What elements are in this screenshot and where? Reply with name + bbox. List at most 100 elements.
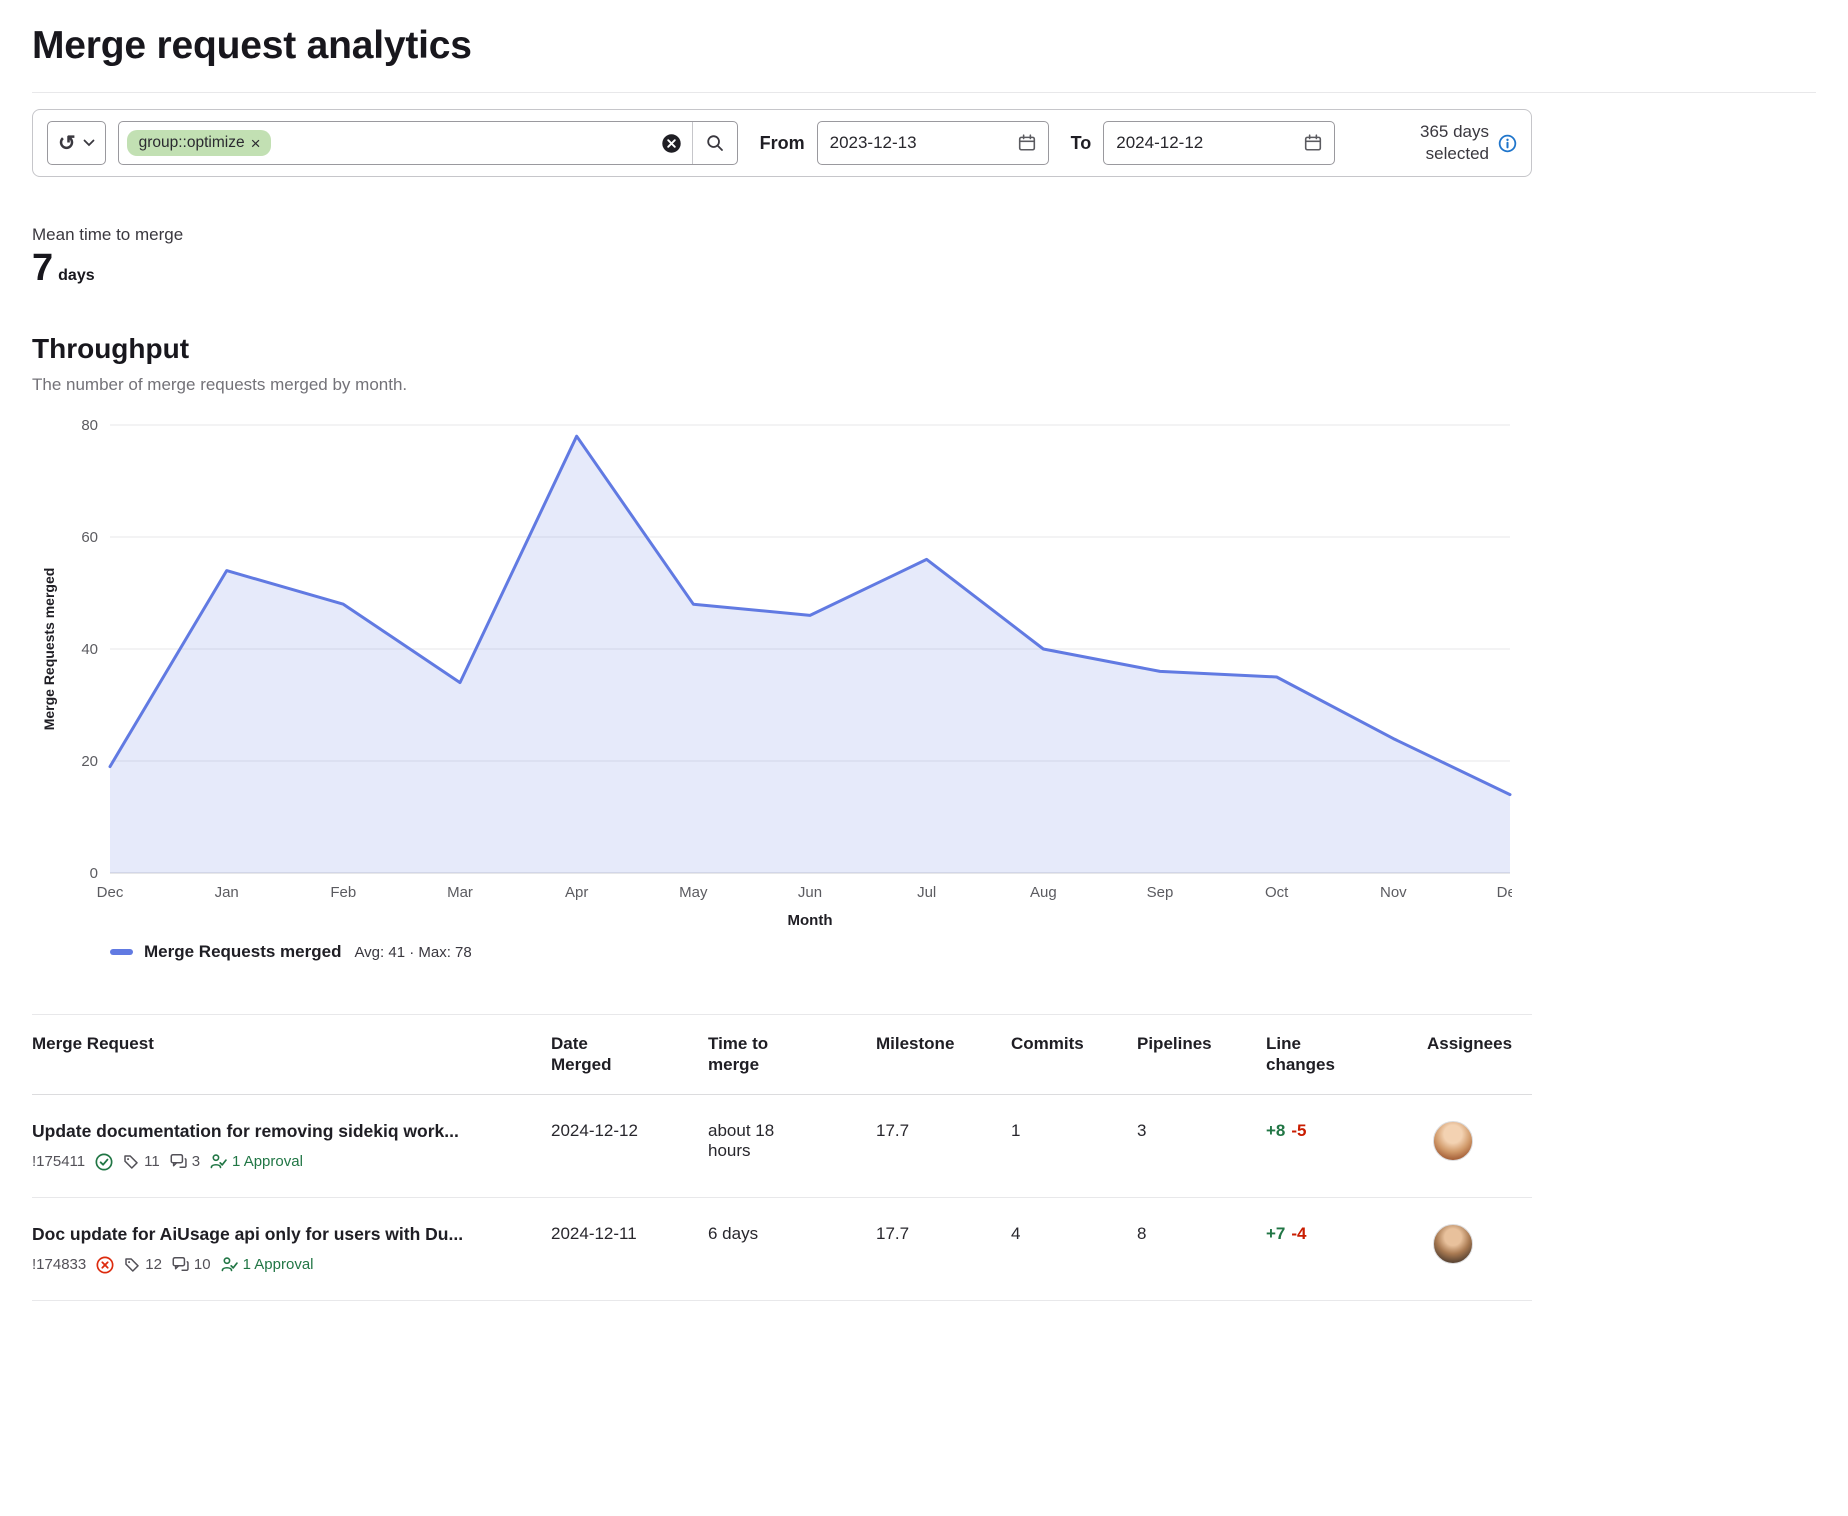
merge-request-title-link[interactable]: Update documentation for removing sideki… xyxy=(32,1121,535,1142)
commits-cell: 4 xyxy=(1011,1197,1137,1300)
comments-count: 10 xyxy=(194,1256,211,1273)
legend-swatch xyxy=(110,949,133,955)
date-merged-cell: 2024-12-11 xyxy=(551,1197,708,1300)
milestone-cell: 17.7 xyxy=(876,1094,1011,1197)
approval-icon xyxy=(221,1256,238,1273)
table-row: Update documentation for removing sideki… xyxy=(32,1094,1532,1197)
filter-bar: ↺ group::optimize × From 2023-12-13 To 2… xyxy=(32,109,1532,177)
assignees-cell xyxy=(1427,1094,1532,1197)
clear-search-button[interactable] xyxy=(651,133,692,154)
mean-time-to-merge-metric: Mean time to merge 7 days xyxy=(32,225,1816,287)
svg-text:Jul: Jul xyxy=(917,884,936,901)
throughput-chart: 020406080DecJanFebMarAprMayJunJulAugSepO… xyxy=(32,411,1512,962)
milestone-cell: 17.7 xyxy=(876,1197,1011,1300)
metric-value: 7 xyxy=(32,249,53,287)
info-icon[interactable] xyxy=(1498,134,1517,153)
svg-text:May: May xyxy=(679,884,708,901)
history-icon: ↺ xyxy=(58,133,76,154)
col-header-date-merged: Date Merged xyxy=(551,1015,708,1095)
line-changes-cell: +7 -4 xyxy=(1266,1197,1427,1300)
time-to-merge-cell: about 18 hours xyxy=(708,1094,876,1197)
col-header-merge-request: Merge Request xyxy=(32,1015,551,1095)
labels-count: 11 xyxy=(144,1153,160,1170)
to-label: To xyxy=(1071,133,1092,154)
col-header-milestone: Milestone xyxy=(876,1015,1011,1095)
divider xyxy=(32,92,1816,93)
chart-legend[interactable]: Merge Requests merged Avg: 41 · Max: 78 xyxy=(110,942,1512,962)
calendar-icon xyxy=(1304,134,1322,152)
svg-text:Dec: Dec xyxy=(97,884,124,901)
search-history-dropdown[interactable]: ↺ xyxy=(47,121,106,165)
svg-text:80: 80 xyxy=(81,417,98,434)
merged-status-icon xyxy=(95,1153,113,1171)
approval-icon xyxy=(210,1153,227,1170)
svg-text:Merge Requests merged: Merge Requests merged xyxy=(41,568,57,731)
svg-text:Feb: Feb xyxy=(330,884,356,901)
throughput-chart-svg: 020406080DecJanFebMarAprMayJunJulAugSepO… xyxy=(32,411,1512,931)
filter-token-label: group::optimize xyxy=(139,134,245,152)
table-header-row: Merge Request Date Merged Time to merge … xyxy=(32,1015,1532,1095)
token-remove-button[interactable]: × xyxy=(247,135,265,152)
svg-text:Dec: Dec xyxy=(1497,884,1512,901)
svg-text:40: 40 xyxy=(81,641,98,658)
deletions: -4 xyxy=(1291,1224,1306,1243)
comments-icon xyxy=(172,1256,189,1273)
from-date-value: 2023-12-13 xyxy=(830,133,917,153)
legend-label: Merge Requests merged xyxy=(144,942,341,962)
svg-text:Month: Month xyxy=(788,912,833,929)
time-to-merge-cell: 6 days xyxy=(708,1197,876,1300)
search-button[interactable] xyxy=(693,122,737,164)
throughput-heading: Throughput xyxy=(32,333,1816,365)
calendar-icon xyxy=(1018,134,1036,152)
to-date-input[interactable]: 2024-12-12 xyxy=(1103,121,1335,165)
from-date-input[interactable]: 2023-12-13 xyxy=(817,121,1049,165)
merge-request-table: Merge Request Date Merged Time to merge … xyxy=(32,1014,1532,1301)
additions: +7 xyxy=(1266,1224,1285,1243)
closed-status-icon xyxy=(96,1256,114,1274)
avatar[interactable] xyxy=(1433,1224,1473,1264)
clear-icon xyxy=(661,133,682,154)
search-icon xyxy=(706,134,724,152)
labels-icon xyxy=(123,1154,139,1170)
col-header-assignees: Assignees xyxy=(1427,1015,1532,1095)
table-row: Doc update for AiUsage api only for user… xyxy=(32,1197,1532,1300)
svg-text:Oct: Oct xyxy=(1265,884,1289,901)
page: Merge request analytics ↺ group::optimiz… xyxy=(0,0,1848,1301)
svg-text:Jan: Jan xyxy=(215,884,239,901)
col-header-pipelines: Pipelines xyxy=(1137,1015,1266,1095)
comments-icon xyxy=(170,1153,187,1170)
merge-request-title-link[interactable]: Doc update for AiUsage api only for user… xyxy=(32,1224,535,1245)
svg-text:Sep: Sep xyxy=(1147,884,1174,901)
col-header-time-to-merge: Time to merge xyxy=(708,1015,876,1095)
chevron-down-icon xyxy=(83,139,95,147)
legend-stats: Avg: 41 · Max: 78 xyxy=(354,944,471,961)
commits-cell: 1 xyxy=(1011,1094,1137,1197)
merge-request-id[interactable]: !174833 xyxy=(32,1256,86,1273)
approvals: 1 Approval xyxy=(210,1153,303,1170)
svg-text:Apr: Apr xyxy=(565,884,588,901)
approvals-label: 1 Approval xyxy=(243,1256,314,1273)
labels-icon xyxy=(124,1257,140,1273)
svg-text:20: 20 xyxy=(81,753,98,770)
approvals-label: 1 Approval xyxy=(232,1153,303,1170)
svg-text:Nov: Nov xyxy=(1380,884,1407,901)
line-changes-cell: +8-5 xyxy=(1266,1094,1427,1197)
page-title: Merge request analytics xyxy=(32,24,1816,68)
days-selected-text: 365 days selected xyxy=(1383,121,1489,165)
svg-text:60: 60 xyxy=(81,529,98,546)
date-merged-cell: 2024-12-12 xyxy=(551,1094,708,1197)
approvals: 1 Approval xyxy=(221,1256,314,1273)
labels-count: 12 xyxy=(145,1256,162,1273)
filter-token: group::optimize × xyxy=(127,130,271,156)
svg-text:Jun: Jun xyxy=(798,884,822,901)
svg-text:Aug: Aug xyxy=(1030,884,1057,901)
merge-request-id[interactable]: !175411 xyxy=(32,1153,85,1170)
col-header-commits: Commits xyxy=(1011,1015,1137,1095)
from-label: From xyxy=(760,133,805,154)
filtered-search-input[interactable]: group::optimize × xyxy=(118,121,738,165)
col-header-line-changes: Line changes xyxy=(1266,1015,1427,1095)
avatar[interactable] xyxy=(1433,1121,1473,1161)
svg-text:Mar: Mar xyxy=(447,884,473,901)
metric-label: Mean time to merge xyxy=(32,225,1816,245)
to-date-value: 2024-12-12 xyxy=(1116,133,1203,153)
